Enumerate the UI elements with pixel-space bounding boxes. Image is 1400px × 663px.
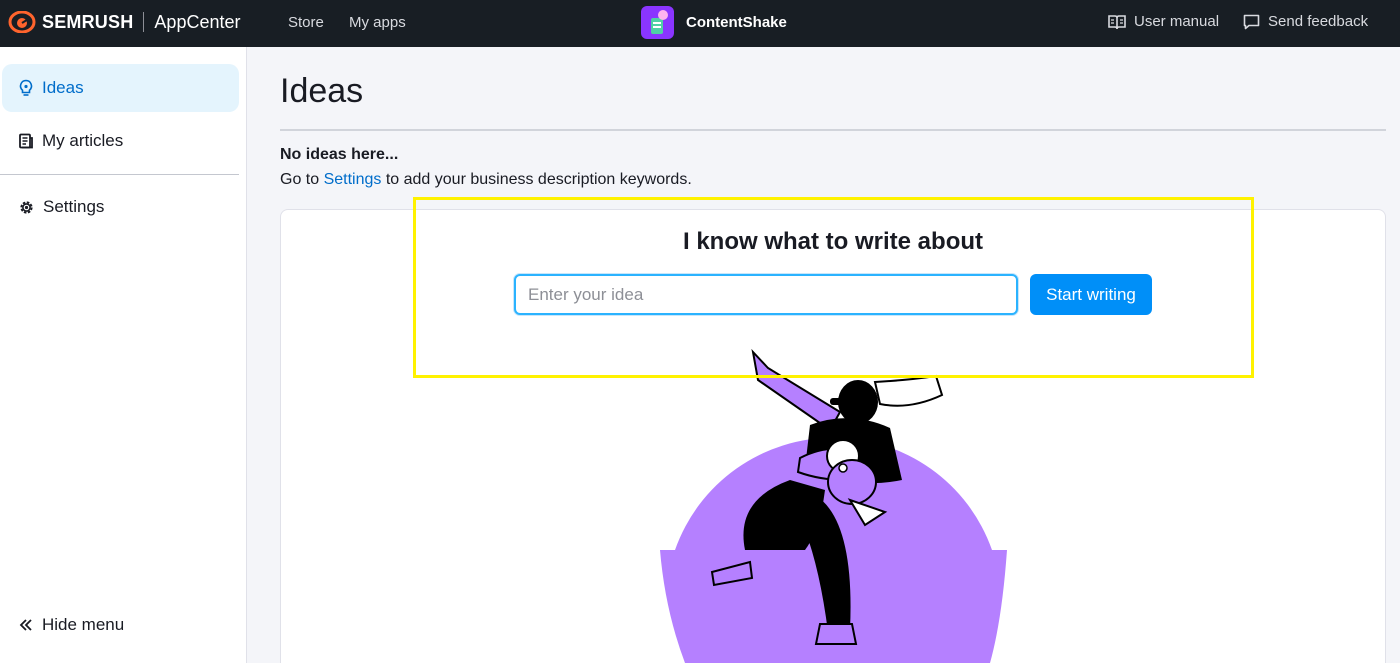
empty-desc-prefix: Go to	[280, 171, 324, 188]
settings-link[interactable]: Settings	[324, 171, 382, 188]
semrush-fire-icon	[8, 11, 36, 33]
hide-menu-label: Hide menu	[42, 615, 125, 634]
idea-input[interactable]	[514, 274, 1018, 315]
product-name: ContentShake	[686, 14, 787, 31]
card-heading: I know what to write about	[683, 228, 983, 255]
lightbulb-icon	[19, 79, 33, 96]
contentshake-icon	[641, 6, 674, 39]
articles-icon	[19, 133, 33, 149]
double-chevron-left-icon	[19, 619, 32, 631]
sidebar-divider	[0, 174, 239, 175]
sidebar-item-my-articles[interactable]: My articles	[2, 117, 239, 165]
top-bar: SEMRUSH AppCenter Store My apps ContentS…	[0, 0, 1400, 47]
logo-separator	[143, 12, 145, 32]
appcenter-label: AppCenter	[154, 11, 241, 32]
sidebar: Ideas My articles Settings Hide menu	[0, 47, 247, 663]
start-writing-button[interactable]: Start writing	[1030, 274, 1152, 315]
sidebar-item-ideas[interactable]: Ideas	[2, 64, 239, 112]
book-icon	[1108, 14, 1126, 29]
sidebar-item-label: Ideas	[42, 78, 84, 97]
writer-illustration	[660, 348, 1007, 663]
product-header: ContentShake	[641, 6, 787, 39]
sidebar-item-label: Settings	[43, 197, 105, 216]
hide-menu-button[interactable]: Hide menu	[2, 601, 239, 649]
feedback-icon	[1243, 14, 1260, 29]
empty-desc-suffix: to add your business description keyword…	[381, 171, 692, 188]
nav-store[interactable]: Store	[288, 14, 324, 31]
empty-state-title: No ideas here...	[280, 146, 399, 163]
page-title: Ideas	[280, 72, 364, 110]
send-feedback-label: Send feedback	[1268, 13, 1369, 30]
sidebar-item-settings[interactable]: Settings	[2, 183, 239, 231]
gear-icon	[20, 200, 33, 214]
user-manual-label: User manual	[1134, 13, 1220, 30]
send-feedback-link[interactable]: Send feedback	[1243, 13, 1368, 30]
brand-name: SEMRUSH	[42, 11, 134, 32]
user-manual-link[interactable]: User manual	[1108, 13, 1219, 30]
sidebar-item-label: My articles	[42, 131, 124, 150]
title-divider	[280, 129, 1386, 131]
semrush-logo[interactable]: SEMRUSH AppCenter	[8, 11, 240, 33]
empty-state-description: Go to Settings to add your business desc…	[280, 171, 692, 189]
nav-my-apps[interactable]: My apps	[349, 14, 406, 31]
